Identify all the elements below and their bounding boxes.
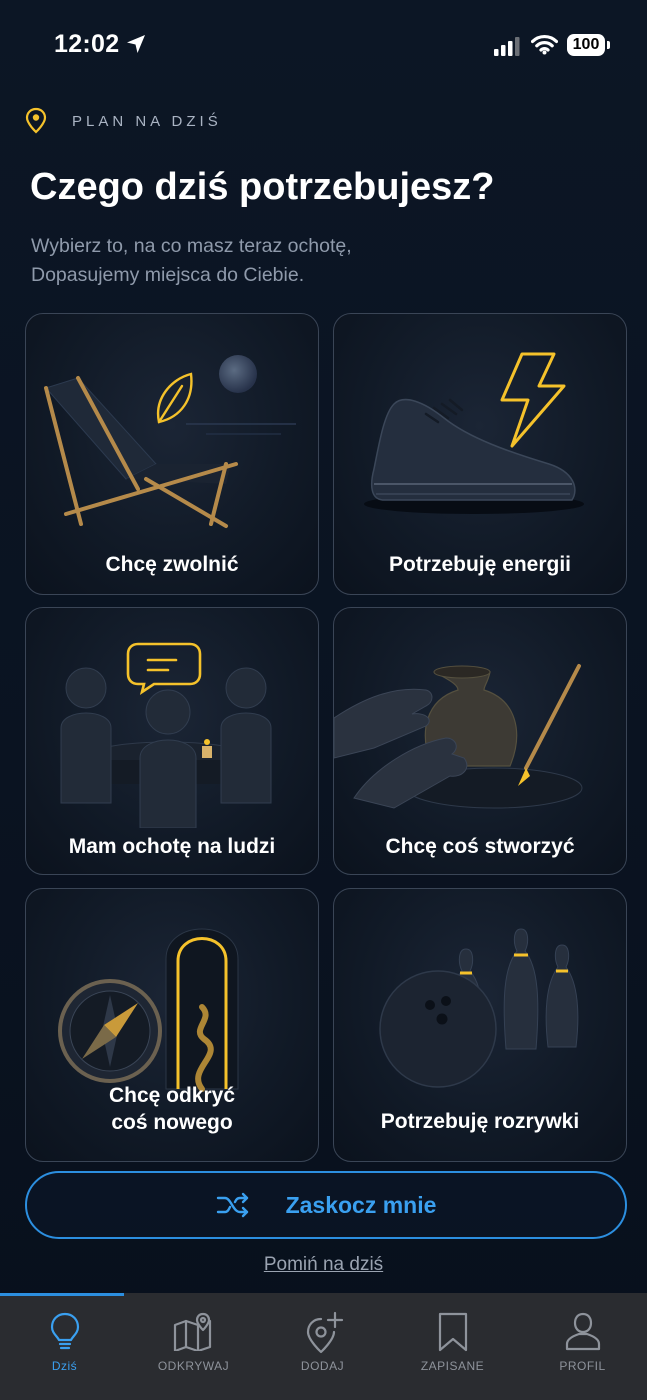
skip-today: Pomiń na dziś — [0, 1254, 647, 1276]
page-title: Czego dziś potrzebujesz? — [30, 166, 495, 208]
deck-chair-icon — [44, 355, 296, 528]
card-label: Chcę coś stworzyć — [385, 835, 575, 858]
shuffle-icon — [216, 1192, 248, 1218]
bowling-icon — [379, 928, 579, 1088]
subtitle-line-2: Dopasujemy miejsca do Ciebie. — [31, 264, 305, 286]
bookmark-icon — [438, 1312, 467, 1352]
tab-profile[interactable]: PROFIL — [518, 1293, 647, 1400]
tab-label: ZAPISANE — [420, 1359, 485, 1373]
card-energy[interactable]: Potrzebuję energii — [333, 313, 627, 595]
tab-discover[interactable]: ODKRYWAJ — [129, 1293, 258, 1400]
surprise-me-label: Zaskocz mnie — [285, 1191, 437, 1218]
card-label: Chcę odkryć coś nowego — [26, 1082, 318, 1136]
card-label: Chcę zwolnić — [105, 553, 239, 576]
card-fun[interactable]: Potrzebuję rozrywki — [333, 888, 627, 1162]
eyebrow: PLAN NA DZIŚ — [24, 106, 222, 136]
card-label-line-2: coś nowego — [111, 1111, 233, 1134]
people-table-icon — [60, 642, 272, 828]
card-label-line-1: Chcę odkryć — [108, 1084, 236, 1107]
status-time: 12:02 — [54, 30, 120, 58]
surprise-me-button[interactable]: Zaskocz mnie — [25, 1171, 627, 1239]
screen: 12:02 100 PLAN NA DZIŚ Czego dziś potrze… — [0, 0, 647, 1400]
card-people[interactable]: Mam ochotę na ludzi — [25, 607, 319, 875]
sneaker-lightning-icon — [364, 352, 584, 514]
tab-bar: Dziś ODKRYWAJ DODAJ ZAPISANE PROFIL — [0, 1293, 647, 1400]
status-bar: 12:02 100 — [0, 0, 647, 90]
battery-tip — [607, 41, 610, 49]
tab-today[interactable]: Dziś — [0, 1293, 129, 1400]
eyebrow-label: PLAN NA DZIŚ — [72, 112, 222, 130]
tab-label: ODKRYWAJ — [157, 1359, 230, 1373]
tab-label: DODAJ — [300, 1359, 345, 1373]
tab-add[interactable]: DODAJ — [258, 1293, 387, 1400]
compass-doorway-icon — [58, 928, 239, 1092]
skip-today-link[interactable]: Pomiń na dziś — [264, 1254, 383, 1275]
card-label: Potrzebuję rozrywki — [380, 1110, 580, 1133]
tab-label: Dziś — [51, 1359, 78, 1373]
card-slow-down[interactable]: Chcę zwolnić — [25, 313, 319, 595]
page-subtitle: Wybierz to, na co masz teraz ochotę, Dop… — [31, 232, 591, 290]
add-location-icon — [306, 1311, 343, 1354]
subtitle-line-1: Wybierz to, na co masz teraz ochotę, — [31, 235, 352, 257]
lightbulb-icon — [50, 1312, 79, 1350]
battery-indicator: 100 — [567, 34, 605, 56]
location-arrow-icon — [127, 35, 145, 53]
tab-label: PROFIL — [559, 1359, 606, 1373]
location-pin-icon — [25, 107, 47, 134]
map-icon — [173, 1312, 211, 1351]
card-label: Mam ochotę na ludzi — [68, 835, 276, 858]
user-icon — [565, 1312, 600, 1351]
wifi-icon — [531, 34, 558, 55]
pottery-brush-icon — [334, 664, 583, 809]
cellular-signal-icon — [494, 37, 520, 56]
tab-saved[interactable]: ZAPISANE — [388, 1293, 517, 1400]
card-create[interactable]: Chcę coś stworzyć — [333, 607, 627, 875]
card-discover[interactable]: Chcę odkryć coś nowego — [25, 888, 319, 1162]
card-label: Potrzebuję energii — [388, 553, 572, 576]
